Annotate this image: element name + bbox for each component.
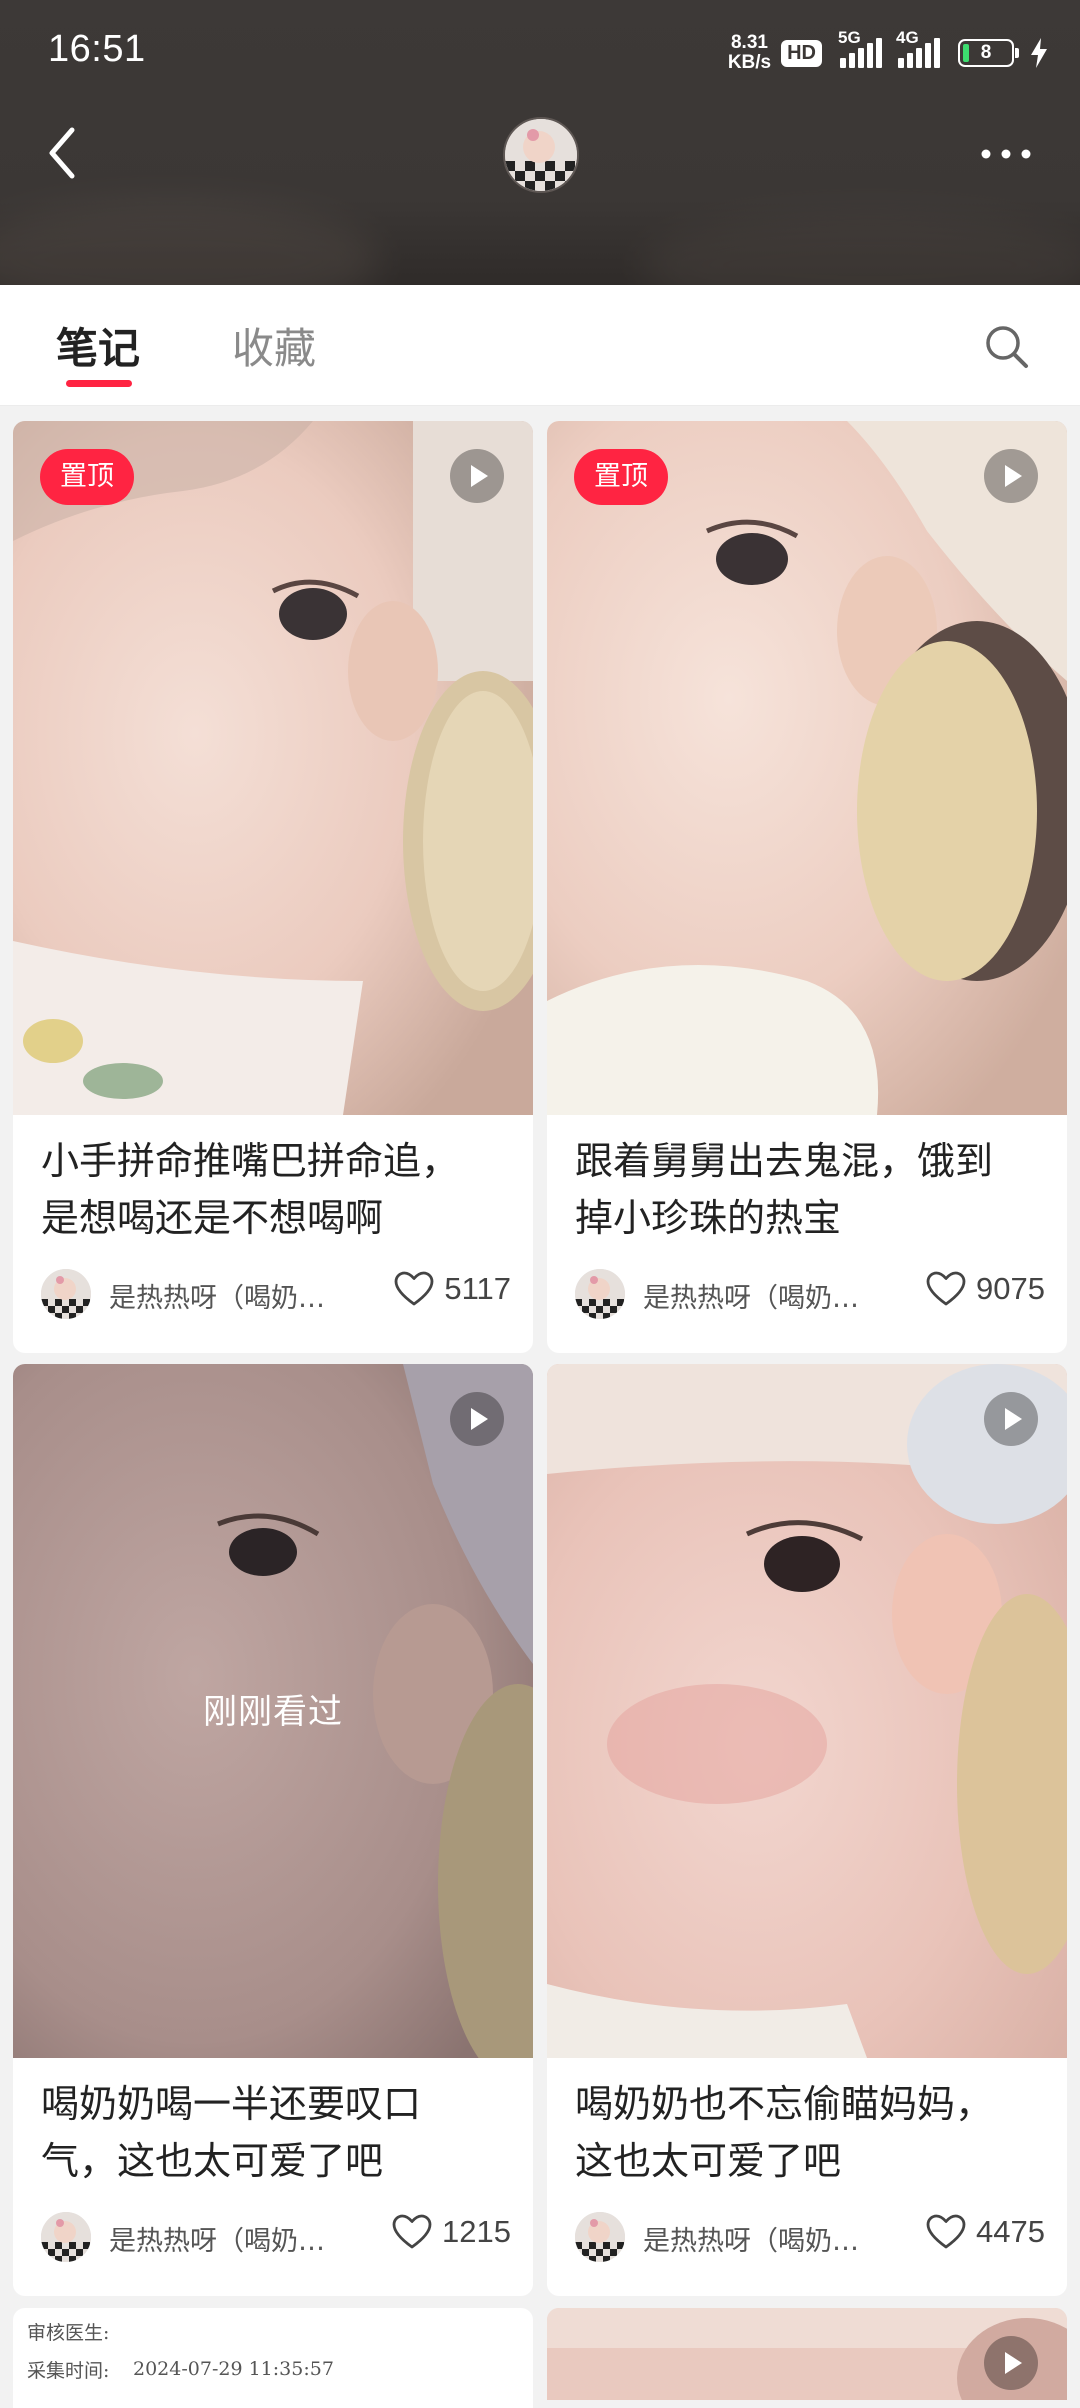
back-button[interactable] <box>38 120 88 186</box>
search-button[interactable] <box>982 322 1032 372</box>
avatar-image <box>41 1269 91 1319</box>
note-title-line: 喝奶奶喝一半还要叹口 <box>41 2082 422 2126</box>
note-title-line: 掉小珍珠的热宝 <box>575 1196 842 1240</box>
heart-icon <box>394 1271 434 1306</box>
profile-header: 16:51 8.31 KB/s HD 5G 4G 8 <box>0 0 1080 285</box>
author-name[interactable]: 是热热呀（喝奶… <box>109 2219 349 2258</box>
author-avatar[interactable] <box>41 2212 91 2262</box>
battery-level: 8 <box>980 42 992 63</box>
note-footer: 是热热呀（喝奶… 4475 <box>575 2212 1045 2264</box>
signal-5g-label: 5G <box>838 28 861 47</box>
heart-icon <box>926 1271 966 1306</box>
note-card-partial[interactable]: 审核医生: 采集时间: 2024-07-29 11:35:57 <box>13 2308 533 2408</box>
video-play-icon <box>984 2336 1038 2390</box>
hd-voice-badge: HD <box>781 39 822 67</box>
profile-avatar[interactable] <box>503 117 579 193</box>
like-button[interactable]: 5117 <box>394 1271 511 1307</box>
note-title: 小手拼命推嘴巴拼命追， 是想喝还是不想喝啊 <box>41 1133 511 1247</box>
note-cover-image <box>547 1364 1067 2058</box>
heart-icon <box>392 2214 432 2249</box>
pinned-badge: 置顶 <box>40 449 134 505</box>
note-title-line: 气，这也太可爱了吧 <box>41 2139 384 2183</box>
signal-4g-label: 4G <box>896 28 919 47</box>
network-speed-value: 8.31 <box>730 32 768 53</box>
pinned-badge: 置顶 <box>574 449 668 505</box>
note-title-line: 小手拼命推嘴巴拼命追， <box>41 1139 460 1183</box>
signal-5g-icon: 5G <box>838 28 882 68</box>
note-footer: 是热热呀（喝奶… 9075 <box>575 1269 1045 1321</box>
note-footer: 是热热呀（喝奶… 1215 <box>41 2212 511 2264</box>
note-title: 喝奶奶喝一半还要叹口 气，这也太可爱了吧 <box>41 2076 511 2190</box>
video-play-icon <box>450 1392 504 1446</box>
network-speed-unit: KB/s <box>727 52 772 73</box>
collect-time-value: 2024-07-29 11:35:57 <box>133 2358 334 2380</box>
note-title-line: 这也太可爱了吧 <box>575 2139 842 2183</box>
tab-favorites[interactable]: 收藏 <box>232 315 316 376</box>
note-card[interactable]: 喝奶奶也不忘偷瞄妈妈， 这也太可爱了吧 是热热呀（喝奶… 4475 <box>547 1364 1067 2296</box>
note-cover-image: 置顶 <box>13 421 533 1115</box>
note-card[interactable]: 置顶 跟着舅舅出去鬼混，饿到 掉小珍珠的热宝 是热热呀（喝奶… 9075 <box>547 421 1067 1353</box>
header-background-blur <box>0 200 380 285</box>
more-dots-icon <box>981 149 1031 159</box>
note-footer: 是热热呀（喝奶… 5117 <box>41 1269 511 1321</box>
like-count: 9075 <box>976 1271 1045 1306</box>
avatar-image <box>505 119 577 191</box>
note-title-line: 是想喝还是不想喝啊 <box>41 1196 384 1240</box>
baby-photo <box>547 421 1067 1115</box>
charging-icon <box>1031 38 1047 68</box>
author-avatar[interactable] <box>575 1269 625 1319</box>
avatar-image <box>575 2212 625 2262</box>
note-card-partial[interactable] <box>547 2308 1067 2400</box>
header-background-blur <box>640 210 1080 285</box>
active-tab-indicator <box>66 380 132 387</box>
note-title: 跟着舅舅出去鬼混，饿到 掉小珍珠的热宝 <box>575 1133 1045 1247</box>
video-play-icon <box>450 449 504 503</box>
like-button[interactable]: 4475 <box>926 2214 1045 2250</box>
video-play-icon <box>984 449 1038 503</box>
baby-photo <box>547 1364 1067 2058</box>
note-card[interactable]: 置顶 小手拼命推嘴巴拼命追， 是想喝还是不想喝啊 是热热呀（喝奶… 5117 <box>13 421 533 1353</box>
chevron-left-icon <box>49 127 75 179</box>
like-button[interactable]: 9075 <box>926 1271 1045 1307</box>
battery-icon: 8 <box>958 39 1019 67</box>
signal-4g-icon: 4G <box>896 28 940 68</box>
note-cover-image: 刚刚看过 <box>13 1364 533 2058</box>
collect-time-label: 采集时间: <box>27 2360 110 2382</box>
note-title-line: 跟着舅舅出去鬼混，饿到 <box>575 1139 994 1183</box>
author-name[interactable]: 是热热呀（喝奶… <box>643 2219 883 2258</box>
status-icons: 8.31 KB/s HD 5G 4G 8 <box>728 28 1050 78</box>
like-button[interactable]: 1215 <box>392 2214 511 2250</box>
reviewer-label: 审核医生: <box>27 2322 110 2344</box>
note-title: 喝奶奶也不忘偷瞄妈妈， 这也太可爱了吧 <box>575 2076 1045 2190</box>
heart-icon <box>926 2214 966 2249</box>
search-icon <box>986 326 1028 368</box>
like-count: 5117 <box>444 1271 511 1306</box>
recently-viewed-overlay: 刚刚看过 <box>203 1692 343 1732</box>
note-card[interactable]: 刚刚看过 喝奶奶喝一半还要叹口 气，这也太可爱了吧 是热热呀（喝奶… 1215 <box>13 1364 533 2296</box>
like-count: 1215 <box>442 2214 511 2249</box>
video-play-icon <box>984 1392 1038 1446</box>
author-name[interactable]: 是热热呀（喝奶… <box>109 1276 349 1315</box>
note-title-line: 喝奶奶也不忘偷瞄妈妈， <box>575 2082 994 2126</box>
avatar-image <box>41 2212 91 2262</box>
status-time: 16:51 <box>48 28 146 70</box>
avatar-image <box>575 1269 625 1319</box>
more-button[interactable] <box>978 140 1034 168</box>
author-avatar[interactable] <box>41 1269 91 1319</box>
network-speed: 8.31 KB/s <box>728 33 771 73</box>
author-name[interactable]: 是热热呀（喝奶… <box>643 1276 883 1315</box>
like-count: 4475 <box>976 2214 1045 2249</box>
author-avatar[interactable] <box>575 2212 625 2262</box>
tab-notes[interactable]: 笔记 <box>56 315 140 376</box>
tab-bar: 笔记 收藏 <box>0 285 1080 406</box>
note-cover-image: 置顶 <box>547 421 1067 1115</box>
baby-photo <box>13 421 533 1115</box>
